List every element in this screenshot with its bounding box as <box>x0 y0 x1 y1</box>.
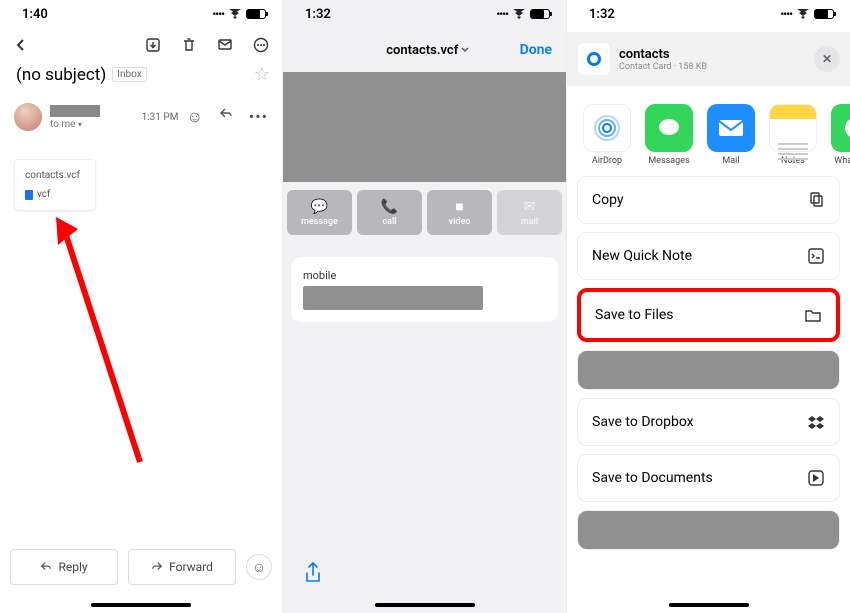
status-time: 1:32 <box>589 7 615 22</box>
mobile-card[interactable]: mobile <box>291 257 558 322</box>
message-more-icon[interactable]: ••• <box>249 107 268 127</box>
status-bar: 1:32 •••• <box>283 0 566 28</box>
attachment[interactable]: contacts.vcf vcf <box>14 159 96 211</box>
share-icons: AirDrop Messages Mail Notes WhatsApp <box>567 86 850 176</box>
status-indicators: •••• <box>212 8 266 21</box>
more-icon[interactable] <box>252 36 270 54</box>
home-indicator <box>91 603 191 607</box>
airdrop-icon <box>583 104 631 152</box>
close-button[interactable]: ✕ <box>814 46 840 72</box>
file-title: contacts <box>619 47 806 62</box>
messages-option[interactable]: Messages <box>645 104 693 166</box>
bottom-actions: Reply Forward ☺ <box>0 549 282 585</box>
trash-icon[interactable] <box>180 36 198 54</box>
email-toolbar <box>0 30 282 60</box>
file-icon <box>25 190 33 200</box>
mail-option[interactable]: Mail <box>707 104 755 166</box>
message-action[interactable]: 💬message <box>287 190 352 235</box>
dropbox-icon <box>807 413 825 431</box>
file-subtitle: Contact Card · 158 KB <box>619 62 806 72</box>
back-icon[interactable] <box>12 36 30 54</box>
mobile-number-redacted <box>303 286 483 310</box>
share-button[interactable] <box>303 561 323 585</box>
whatsapp-icon <box>831 104 850 152</box>
save-documents-action[interactable]: Save to Documents <box>577 454 840 502</box>
status-time: 1:32 <box>305 7 331 22</box>
unread-icon[interactable] <box>216 36 234 54</box>
subject-text: (no subject) <box>16 65 106 85</box>
share-sheet-screen: 1:32 •••• contacts Contact Card · 158 KB… <box>567 0 850 613</box>
documents-icon <box>807 469 825 487</box>
copy-icon <box>807 191 825 209</box>
done-button[interactable]: Done <box>520 42 552 58</box>
subject-row: (no subject) Inbox ☆ <box>0 60 282 89</box>
save-to-files-action[interactable]: Save to Files <box>577 288 840 342</box>
contact-preview-screen: 1:32 •••• contacts.vcf Done 💬message 📞ca… <box>283 0 567 613</box>
inbox-tag: Inbox <box>112 67 146 82</box>
mail-action: ✉mail <box>497 190 562 235</box>
video-action[interactable]: ■video <box>427 190 492 235</box>
nav-title[interactable]: contacts.vcf <box>337 43 520 58</box>
share-actions-list: Copy New Quick Note Save to Files Save t… <box>567 176 850 550</box>
status-bar: 1:40 •••• <box>0 0 282 28</box>
react-icon[interactable]: ☺ <box>186 107 202 127</box>
react-button[interactable]: ☺ <box>246 554 272 580</box>
contact-actions: 💬message 📞call ■video ✉mail <box>283 182 566 243</box>
archive-icon[interactable] <box>144 36 162 54</box>
status-indicators: •••• <box>496 8 550 21</box>
home-indicator <box>669 603 749 607</box>
notes-option[interactable]: Notes <box>769 104 817 166</box>
forward-button[interactable]: Forward <box>128 549 236 585</box>
nav-bar: contacts.vcf Done <box>283 28 566 72</box>
messages-icon <box>645 104 693 152</box>
notes-icon <box>769 104 817 152</box>
mobile-label: mobile <box>303 269 546 282</box>
call-action[interactable]: 📞call <box>357 190 422 235</box>
star-icon[interactable]: ☆ <box>254 64 270 85</box>
file-icon <box>577 42 611 76</box>
copy-action[interactable]: Copy <box>577 176 840 224</box>
message-time: 1:31 PM <box>142 112 179 123</box>
folder-icon <box>804 306 822 324</box>
home-indicator <box>375 603 475 607</box>
email-screen: 1:40 •••• (no subject) Inb <box>0 0 283 613</box>
share-header: contacts Contact Card · 158 KB ✕ <box>567 32 850 86</box>
save-dropbox-action[interactable]: Save to Dropbox <box>577 398 840 446</box>
status-time: 1:40 <box>22 7 48 22</box>
attachment-name: contacts.vcf <box>25 170 85 181</box>
reply-button[interactable]: Reply <box>10 549 118 585</box>
airdrop-option[interactable]: AirDrop <box>583 104 631 166</box>
reply-icon[interactable] <box>219 107 233 121</box>
status-bar: 1:32 •••• <box>567 0 850 28</box>
to-line[interactable]: to me ▾ <box>50 119 134 130</box>
status-indicators: •••• <box>780 8 834 21</box>
sender-name-redacted <box>50 105 100 117</box>
new-quick-note-action[interactable]: New Quick Note <box>577 232 840 280</box>
message-header: to me ▾ 1:31 PM ☺ ••• <box>0 89 282 145</box>
whatsapp-option[interactable]: WhatsApp <box>831 104 850 166</box>
attachment-ext: vcf <box>37 189 51 200</box>
annotation-arrow <box>50 217 150 467</box>
share-row <box>283 561 566 585</box>
redacted-action[interactable] <box>577 510 840 550</box>
mail-icon <box>707 104 755 152</box>
note-icon <box>807 247 825 265</box>
redacted-action[interactable] <box>577 350 840 390</box>
avatar[interactable] <box>14 103 42 131</box>
contact-photo-redacted <box>283 72 566 182</box>
